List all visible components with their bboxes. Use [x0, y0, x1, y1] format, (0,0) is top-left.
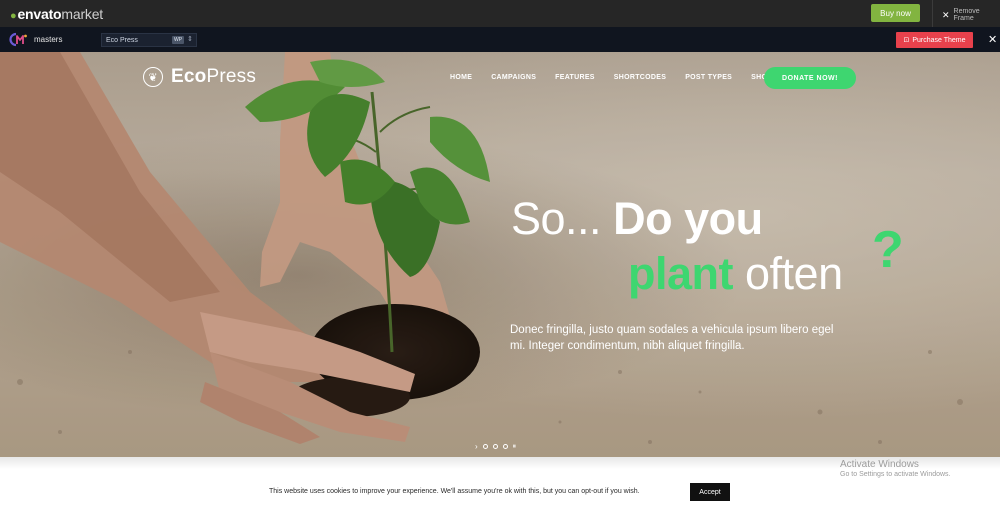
cookie-accept-button[interactable]: Accept — [690, 483, 730, 501]
buy-now-button[interactable]: Buy now — [871, 4, 920, 22]
logo-bold-text: Eco — [171, 66, 207, 87]
nav-item-post-types[interactable]: POST TYPES — [685, 74, 732, 81]
activate-windows-subtitle: Go to Settings to activate Windows. — [840, 471, 951, 478]
hero-description: Donec fringilla, justo quam sodales a ve… — [510, 324, 834, 352]
headline-green-text: plant — [628, 248, 734, 299]
headline-bold-text: Do you — [613, 193, 763, 244]
headline-question-mark: ? — [872, 221, 904, 279]
select-arrows-icon: ⇕ — [187, 36, 193, 43]
nav-item-shortcodes[interactable]: SHORTCODES — [614, 74, 666, 81]
headline-often-text: often — [745, 248, 843, 299]
slider-dot[interactable] — [482, 444, 488, 449]
cm-logo-icon — [9, 32, 27, 47]
cookie-notice-text: This website uses cookies to improve you… — [269, 488, 640, 495]
nav-item-home[interactable]: HOME — [450, 74, 472, 81]
remove-frame-button[interactable]: ✕ Remove Frame — [942, 8, 1000, 22]
envato-divider — [932, 0, 933, 27]
nav-item-features[interactable]: FEATURES — [555, 74, 595, 81]
masters-close-icon[interactable]: ✕ — [988, 33, 997, 46]
hero-background-image — [0, 52, 1000, 457]
hero-headline-line1: So... Do you — [511, 193, 763, 245]
purchase-theme-button[interactable]: ⊡ Purchase Theme — [896, 32, 973, 48]
logo-light-text: Press — [206, 66, 257, 87]
close-icon: ✕ — [942, 9, 950, 20]
theme-select-value: Eco Press — [106, 36, 138, 44]
headline-light-text: So... — [511, 193, 602, 244]
purchase-theme-label: Purchase Theme — [912, 36, 966, 44]
envato-market-logo[interactable]: ●envatomarket — [10, 6, 103, 22]
main-nav: HOME CAMPAIGNS FEATURES SHORTCODES POST … — [450, 74, 791, 81]
activate-windows-title: Activate Windows — [840, 459, 919, 470]
envato-leaf-icon: ● — [10, 10, 17, 22]
nav-item-campaigns[interactable]: CAMPAIGNS — [491, 74, 536, 81]
slider-dot[interactable] — [492, 444, 498, 449]
wordpress-icon: WP — [172, 36, 184, 44]
activate-windows-watermark: Activate Windows Go to Settings to activ… — [840, 459, 951, 478]
remove-frame-label: Remove Frame — [953, 8, 980, 22]
slider-dot[interactable] — [502, 444, 508, 449]
hero-slider: ❦ EcoPress HOME CAMPAIGNS FEATURES SHORT… — [0, 52, 1000, 457]
masters-bar: masters Eco Press WP ⇕ — [0, 27, 1000, 52]
envato-top-bar: ●envatomarket Buy now ✕ Remove Frame — [0, 0, 1000, 27]
donate-now-button[interactable]: DONATE NOW! — [764, 67, 856, 89]
slider-next-icon[interactable]: › — [475, 442, 478, 451]
ecopress-logo[interactable]: ❦ EcoPress — [143, 66, 256, 88]
theme-select[interactable]: Eco Press WP ⇕ — [101, 33, 197, 47]
slider-controls: › ⏸ — [475, 442, 516, 451]
masters-label: masters — [34, 35, 63, 44]
cart-icon: ⊡ — [903, 37, 910, 44]
leaf-icon: ❦ — [143, 67, 163, 87]
slider-pause-icon[interactable]: ⏸ — [513, 443, 517, 451]
hero-headline-line2: plant often — [628, 248, 843, 300]
